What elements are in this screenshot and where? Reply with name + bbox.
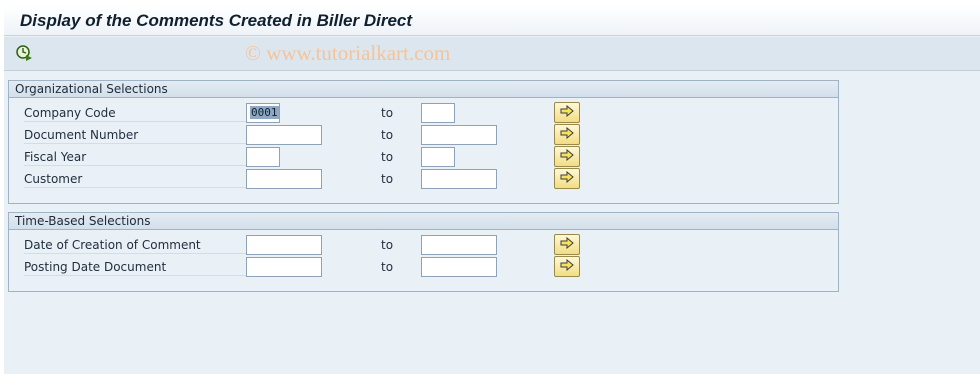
to-label: to (381, 238, 394, 252)
document-number-high-input[interactable] (421, 125, 497, 145)
selection-row-creation-date: Date of Creation of Comment to (9, 234, 838, 256)
group-header: Organizational Selections (9, 81, 838, 98)
watermark: © www.tutorialkart.com (245, 41, 451, 65)
row-label: Fiscal Year (24, 148, 246, 166)
title-bar: Display of the Comments Created in Bille… (4, 6, 980, 36)
posting-date-high-input[interactable] (421, 257, 497, 277)
selection-row-customer: Customer to (9, 168, 838, 190)
multiple-selection-button[interactable] (554, 234, 580, 255)
row-label: Customer (24, 170, 246, 188)
arrow-right-icon (560, 148, 574, 164)
execute-button[interactable] (14, 44, 34, 65)
posting-date-low-input[interactable] (246, 257, 322, 277)
customer-high-input[interactable] (421, 169, 497, 189)
customer-low-input[interactable] (246, 169, 322, 189)
arrow-right-icon (560, 126, 574, 142)
page-title: Display of the Comments Created in Bille… (20, 11, 413, 30)
to-label: to (381, 260, 394, 274)
fiscal-year-high-input[interactable] (421, 147, 455, 167)
multiple-selection-button[interactable] (554, 256, 580, 277)
to-label: to (381, 150, 394, 164)
multiple-selection-button[interactable] (554, 168, 580, 189)
input-value: 0001 (250, 106, 279, 119)
creation-date-low-input[interactable] (246, 235, 322, 255)
arrow-right-icon (560, 104, 574, 120)
organizational-selections-group: Organizational Selections Company Code 0… (8, 80, 839, 204)
selection-row-document-number: Document Number to (9, 124, 838, 146)
company-code-low-input[interactable]: 0001 (246, 103, 280, 123)
application-toolbar (4, 37, 980, 71)
selection-row-posting-date: Posting Date Document to (9, 256, 838, 278)
row-label: Company Code (24, 104, 246, 122)
time-based-selections-group: Time-Based Selections Date of Creation o… (8, 212, 839, 292)
to-label: to (381, 128, 394, 142)
execute-icon (15, 44, 33, 65)
group-header: Time-Based Selections (9, 213, 838, 230)
arrow-right-icon (560, 258, 574, 274)
company-code-high-input[interactable] (421, 103, 455, 123)
document-number-low-input[interactable] (246, 125, 322, 145)
to-label: to (381, 106, 394, 120)
row-label: Date of Creation of Comment (24, 236, 246, 254)
arrow-right-icon (560, 236, 574, 252)
multiple-selection-button[interactable] (554, 124, 580, 145)
creation-date-high-input[interactable] (421, 235, 497, 255)
fiscal-year-low-input[interactable] (246, 147, 280, 167)
multiple-selection-button[interactable] (554, 102, 580, 123)
to-label: to (381, 172, 394, 186)
selection-row-fiscal-year: Fiscal Year to (9, 146, 838, 168)
arrow-right-icon (560, 170, 574, 186)
row-label: Document Number (24, 126, 246, 144)
multiple-selection-button[interactable] (554, 146, 580, 167)
row-label: Posting Date Document (24, 258, 246, 276)
selection-row-company-code: Company Code 0001 to (9, 102, 838, 124)
